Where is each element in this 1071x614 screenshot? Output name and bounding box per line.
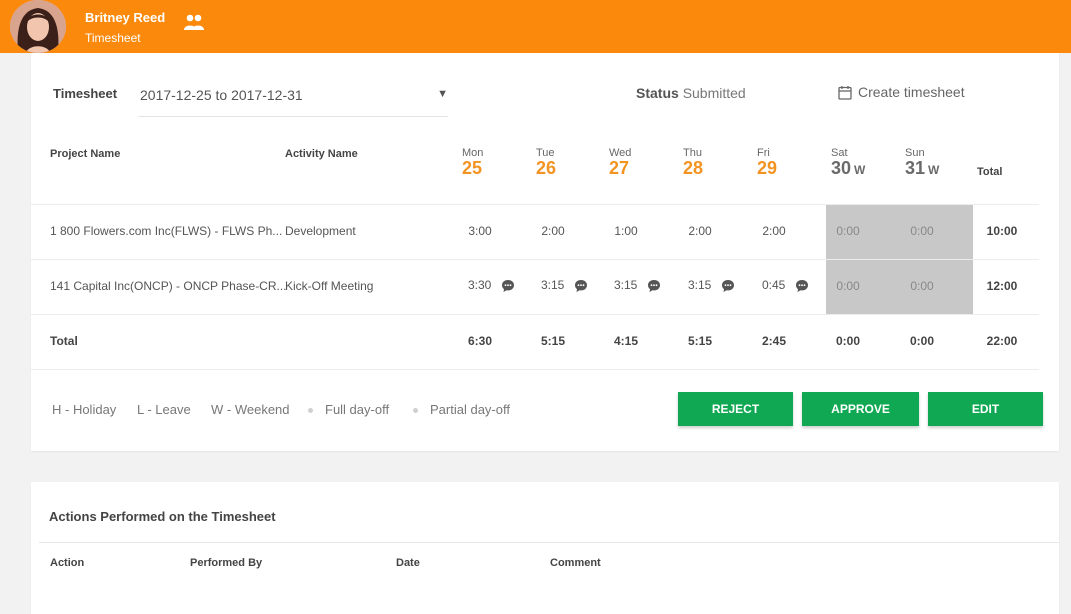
row2-hours-wed-cell[interactable]: 3:15 [614, 278, 661, 293]
period-value: 2017-12-25 to 2017-12-31 [140, 87, 303, 103]
legend-leave: L - Leave [137, 402, 191, 417]
total-wed: 4:15 [613, 334, 639, 348]
total-sat: 0:00 [835, 334, 861, 348]
action-column-header: Action [50, 557, 85, 569]
day-number: 25 [462, 158, 483, 178]
row1-total: 10:00 [986, 224, 1018, 238]
total-header: Total [977, 166, 1003, 178]
legend-partial-day-off-label: Partial day-off [430, 402, 510, 417]
actions-title: Actions Performed on the Timesheet [49, 509, 276, 524]
day-header-sat: Sat 30 W [831, 148, 891, 179]
row1-hours-tue[interactable]: 2:00 [516, 224, 590, 238]
comment-icon[interactable] [647, 279, 661, 293]
comment-icon[interactable] [795, 279, 809, 293]
calendar-icon [838, 85, 852, 100]
day-number: 27 [609, 158, 630, 178]
comment-icon[interactable] [721, 279, 735, 293]
row2-hours-thu: 3:15 [688, 278, 712, 292]
day-number: 29 [757, 158, 778, 178]
row2-hours-fri-cell[interactable]: 0:45 [762, 278, 809, 293]
row2-hours-tue-cell[interactable]: 3:15 [541, 278, 588, 293]
row2-hours-tue: 3:15 [541, 278, 565, 292]
row1-hours-thu[interactable]: 2:00 [663, 224, 737, 238]
day-header-wed: Wed 27 [609, 148, 669, 178]
row-divider [31, 369, 1039, 370]
row2-hours-thu-cell[interactable]: 3:15 [688, 278, 735, 293]
header-divider [39, 542, 1059, 543]
day-header-mon: Mon 25 [462, 148, 522, 178]
total-thu: 5:15 [687, 334, 713, 348]
edit-button[interactable]: EDIT [928, 392, 1043, 426]
row-divider [31, 259, 1039, 260]
row2-hours-mon-cell[interactable]: 3:30 [468, 278, 515, 293]
comment-column-header: Comment [550, 557, 601, 569]
legend-full-day-off-label: Full day-off [325, 402, 390, 417]
legend-weekend: W - Weekend [211, 402, 290, 417]
status-label: Status [636, 85, 679, 101]
row1-hours-mon[interactable]: 3:00 [443, 224, 517, 238]
day-header-sun: Sun 31 W [905, 148, 965, 179]
actions-card: Actions Performed on the Timesheet Actio… [31, 482, 1059, 614]
comment-icon[interactable] [501, 279, 515, 293]
total-tue: 5:15 [540, 334, 566, 348]
row1-activity: Development [285, 224, 356, 238]
row1-hours-sun: 0:00 [910, 224, 934, 238]
row2-hours-sun: 0:00 [910, 279, 934, 293]
weekend-marker: W [928, 163, 940, 177]
weekend-marker: W [854, 163, 866, 177]
row2-activity: Kick-Off Meeting [285, 279, 374, 293]
row-divider [31, 314, 1039, 315]
legend-full-day-off: Full day-off [308, 402, 389, 417]
day-header-thu: Thu 28 [683, 148, 743, 178]
switch-user-icon[interactable] [183, 12, 205, 34]
row2-hours-sat: 0:00 [836, 279, 860, 293]
day-number: 26 [536, 158, 557, 178]
row1-hours-wed[interactable]: 1:00 [589, 224, 663, 238]
row1-hours-sat: 0:00 [836, 224, 860, 238]
project-name-header: Project Name [50, 148, 121, 160]
activity-name-header: Activity Name [285, 148, 358, 160]
row2-project[interactable]: 141 Capital Inc(ONCP) - ONCP Phase-CR... [50, 279, 287, 293]
reject-button[interactable]: REJECT [678, 392, 793, 426]
status-text: Status Submitted [636, 85, 746, 101]
day-number: 30 [831, 158, 852, 178]
totals-label: Total [50, 334, 78, 348]
row1-project[interactable]: 1 800 Flowers.com Inc(FLWS) - FLWS Ph... [50, 224, 282, 238]
total-sun: 0:00 [909, 334, 935, 348]
avatar[interactable] [10, 0, 66, 53]
create-timesheet-link[interactable]: Create timesheet [838, 84, 965, 100]
row2-total: 12:00 [986, 279, 1018, 293]
day-header-tue: Tue 26 [536, 148, 596, 178]
row2-hours-fri: 0:45 [762, 278, 786, 292]
legend-partial-day-off: Partial day-off [413, 402, 510, 417]
legend-dot [413, 408, 418, 414]
date-column-header: Date [396, 557, 420, 569]
approve-button[interactable]: APPROVE [802, 392, 919, 426]
legend-holiday: H - Holiday [52, 402, 117, 417]
create-timesheet-label: Create timesheet [858, 84, 965, 100]
total-fri: 2:45 [761, 334, 787, 348]
period-select[interactable]: 2017-12-25 to 2017-12-31 ▼ [139, 78, 448, 117]
timesheet-card: Timesheet 2017-12-25 to 2017-12-31 ▼ Sta… [31, 53, 1059, 451]
status-value: Submitted [682, 85, 746, 101]
total-mon: 6:30 [467, 334, 493, 348]
top-bar: Britney Reed Timesheet [0, 0, 1071, 53]
user-name: Britney Reed [85, 10, 166, 25]
grand-total: 22:00 [986, 334, 1018, 348]
performed-by-column-header: Performed By [190, 557, 263, 569]
row2-hours-wed: 3:15 [614, 278, 638, 292]
row2-hours-mon: 3:30 [468, 278, 492, 292]
day-number: 31 [905, 158, 926, 178]
timesheet-label: Timesheet [53, 86, 118, 101]
legend-dot [308, 408, 313, 414]
day-header-fri: Fri 29 [757, 148, 817, 178]
row1-hours-fri[interactable]: 2:00 [737, 224, 811, 238]
day-number: 28 [683, 158, 704, 178]
comment-icon[interactable] [574, 279, 588, 293]
dropdown-arrow-icon[interactable]: ▼ [437, 88, 448, 100]
page-subtitle: Timesheet [85, 31, 141, 45]
